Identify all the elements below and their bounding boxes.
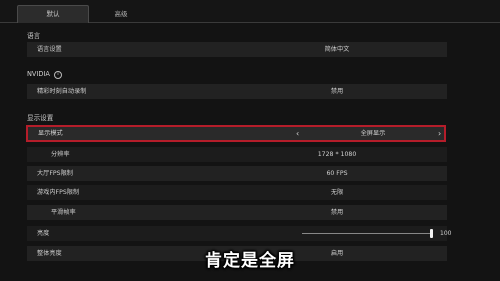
row-label: 语言设置 xyxy=(37,46,62,53)
settings-row-lobby-fps[interactable]: 大厅FPS限制 60 FPS xyxy=(27,166,447,181)
row-value[interactable]: 60 FPS xyxy=(287,166,387,181)
brightness-slider-handle[interactable] xyxy=(430,229,433,238)
row-label: 显示模式 xyxy=(38,130,63,137)
row-value[interactable]: 禁用 xyxy=(287,84,387,99)
settings-row-ingame-fps[interactable]: 游戏内FPS限制 无限 xyxy=(27,185,447,200)
row-label: 精彩时刻自动录制 xyxy=(37,88,87,95)
chevron-left-icon[interactable]: ‹ xyxy=(296,127,299,140)
row-label: 大厅FPS限制 xyxy=(37,170,73,177)
chevron-right-icon[interactable]: › xyxy=(438,127,441,140)
row-label: 分辨率 xyxy=(51,151,70,158)
tab-default[interactable]: 默认 xyxy=(17,5,89,23)
video-subtitle: 肯定是全屏 xyxy=(205,251,295,271)
section-title-text: NVIDIA xyxy=(27,70,50,78)
row-label: 亮度 xyxy=(37,230,50,237)
settings-row-resolution[interactable]: 分辨率 1728 * 1080 xyxy=(27,147,447,162)
settings-row-highlights[interactable]: 精彩时刻自动录制 禁用 xyxy=(27,84,447,99)
section-title-nvidia: NVIDIA i xyxy=(27,70,63,79)
brightness-slider-track[interactable] xyxy=(302,233,432,234)
row-label: 游戏内FPS限制 xyxy=(37,189,80,196)
row-value[interactable]: 简体中文 xyxy=(287,42,387,57)
brightness-value: 100 xyxy=(440,230,452,237)
section-title-language: 语言 xyxy=(27,32,41,40)
tab-advanced[interactable]: 高级 xyxy=(108,6,134,22)
settings-tab-bar: 默认 高级 xyxy=(0,0,500,23)
settings-row-display-mode[interactable]: 显示模式 ‹ 全屏显示 › xyxy=(26,125,446,142)
row-label: 平滑帧率 xyxy=(51,209,76,216)
row-value[interactable]: 全屏显示 xyxy=(328,127,418,140)
settings-row-brightness[interactable]: 亮度 100 xyxy=(27,226,451,241)
settings-row-language[interactable]: 语言设置 简体中文 xyxy=(27,42,447,57)
row-value[interactable]: 无限 xyxy=(287,185,387,200)
row-value[interactable]: 1728 * 1080 xyxy=(287,147,387,162)
section-title-display: 显示设置 xyxy=(27,114,54,122)
info-icon[interactable]: i xyxy=(54,71,63,79)
settings-row-smooth-framerate[interactable]: 平滑帧率 禁用 xyxy=(27,205,447,220)
row-value[interactable]: 禁用 xyxy=(287,205,387,220)
